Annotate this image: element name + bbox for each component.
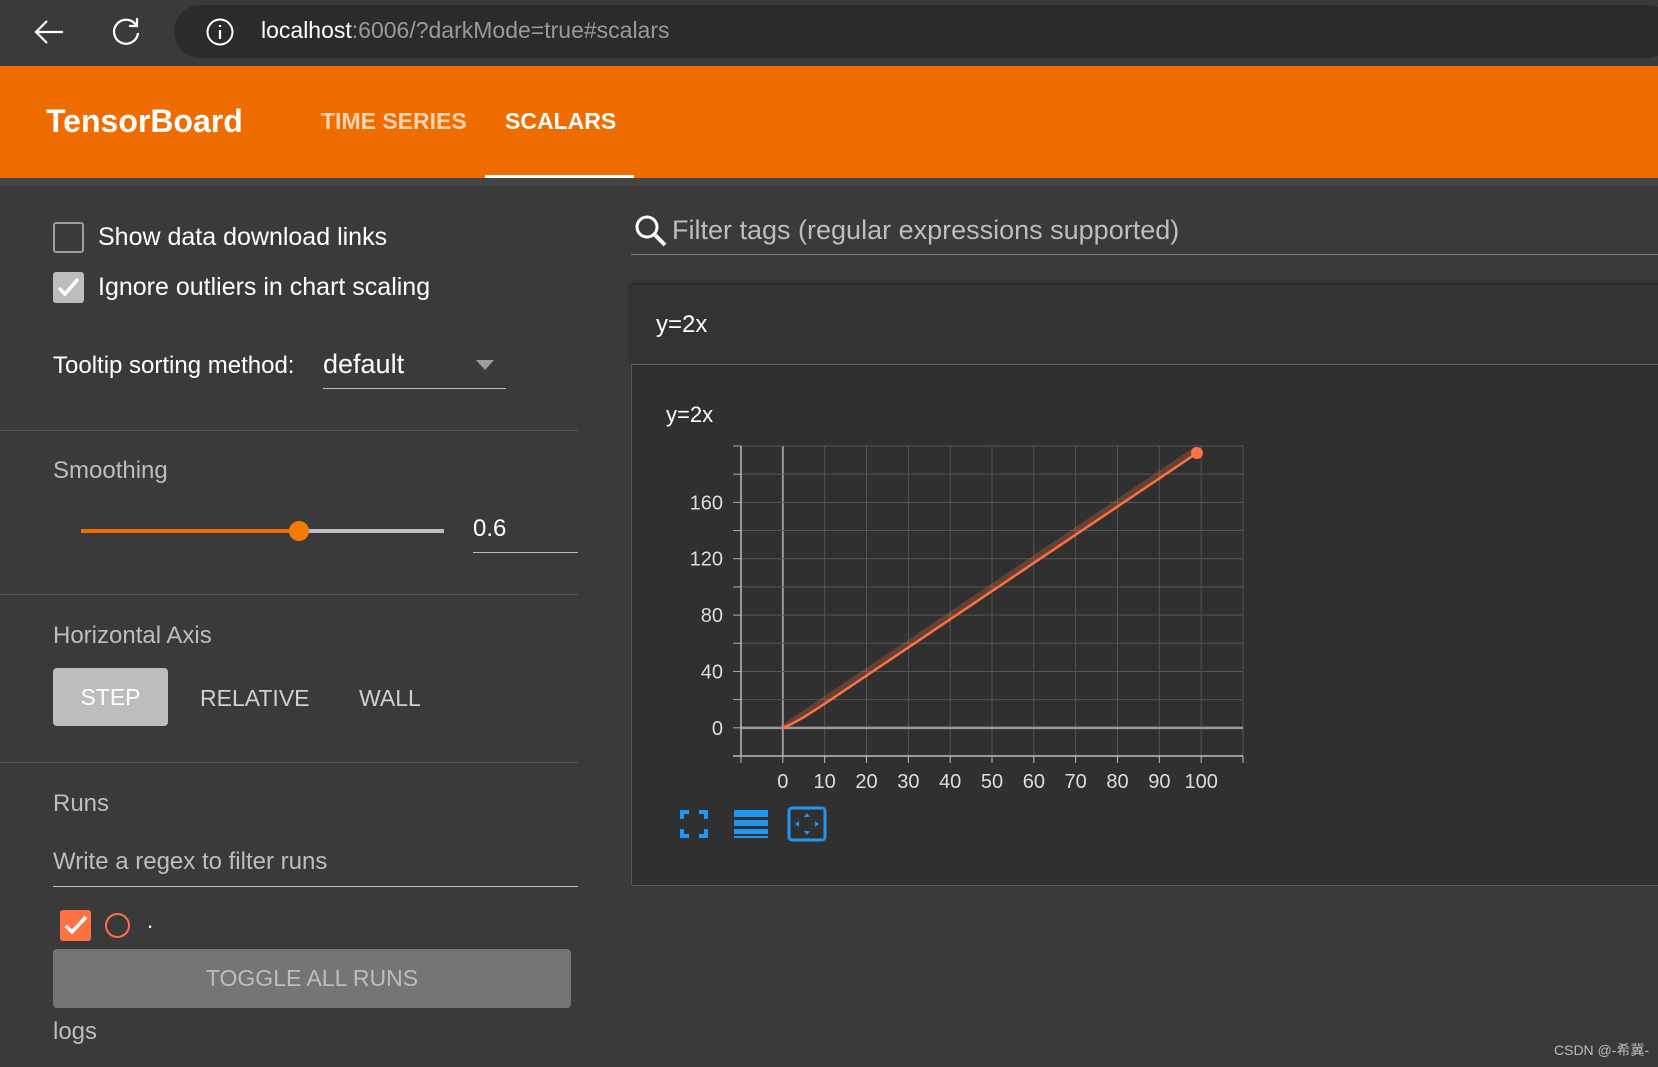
runs-label: Runs <box>53 790 110 817</box>
axis-step-button[interactable]: STEP <box>53 668 168 726</box>
app-header <box>0 66 1658 178</box>
chart-title: y=2x <box>666 402 713 427</box>
smoothing-value-input[interactable]: 0.6 <box>473 515 506 543</box>
x-tick-label: 90 <box>1148 771 1170 793</box>
show-download-links-label: Show data download links <box>98 223 388 251</box>
toggle-y-log-icon[interactable] <box>734 810 768 838</box>
axis-relative-button[interactable]: RELATIVE <box>200 685 310 712</box>
tooltip-sort-label: Tooltip sorting method: <box>53 352 295 379</box>
check-icon <box>64 915 88 935</box>
divider <box>0 762 578 763</box>
fit-domain-icon[interactable] <box>787 806 827 842</box>
tab-time-series[interactable]: TIME SERIES <box>321 108 467 135</box>
reload-icon[interactable] <box>110 15 142 47</box>
scalar-chart[interactable]: y=2x 0 10 20 30 40 50 60 70 80 90 100 0 40 80 120 160 <box>631 365 1331 845</box>
toggle-all-runs-button[interactable]: TOGGLE ALL RUNS <box>53 949 571 1008</box>
fit-screen-icon[interactable] <box>680 810 708 838</box>
tooltip-sort-select[interactable]: default <box>323 349 404 380</box>
card-header[interactable] <box>631 285 1658 365</box>
run-group-label: logs <box>53 1018 98 1045</box>
smoothing-slider-fill <box>81 529 299 533</box>
x-tick-label: 80 <box>1106 771 1128 793</box>
x-tick-label: 100 <box>1184 771 1217 793</box>
x-tick-label: 40 <box>939 771 961 793</box>
tab-scalars[interactable]: SCALARS <box>505 108 616 135</box>
ignore-outliers-label: Ignore outliers in chart scaling <box>98 273 431 301</box>
tag-filter-underline <box>631 254 1658 255</box>
x-tick-label: 60 <box>1023 771 1045 793</box>
smoothing-label: Smoothing <box>53 457 168 484</box>
ignore-outliers-checkbox[interactable] <box>53 272 84 303</box>
card-title: y=2x <box>656 311 708 338</box>
url-text[interactable]: localhost:6006/?darkMode=true#scalars <box>261 17 670 44</box>
back-arrow-icon[interactable] <box>33 18 65 46</box>
app-logo: TensorBoard <box>46 103 243 139</box>
run-name: . <box>147 908 154 933</box>
chevron-down-icon[interactable] <box>476 360 494 370</box>
tag-filter-input[interactable]: Filter tags (regular expressions support… <box>672 215 1179 246</box>
search-icon <box>635 215 667 247</box>
y-tick-label: 80 <box>701 605 723 627</box>
smoothing-input-underline <box>473 552 578 553</box>
y-tick-label: 0 <box>712 718 723 740</box>
y-tick-label: 160 <box>690 492 723 514</box>
runs-filter-underline <box>53 886 578 887</box>
y-tick-label: 120 <box>690 549 723 571</box>
run-checkbox[interactable] <box>60 910 91 941</box>
x-tick-label: 70 <box>1065 771 1087 793</box>
divider <box>0 430 578 431</box>
show-download-links-checkbox[interactable] <box>53 222 84 253</box>
runs-filter-input[interactable]: Write a regex to filter runs <box>53 848 327 876</box>
x-tick-label: 0 <box>777 771 788 793</box>
select-underline <box>323 388 506 389</box>
x-tick-label: 50 <box>981 771 1003 793</box>
axis-wall-button[interactable]: WALL <box>359 685 421 712</box>
watermark: CSDN @-希冀- <box>1554 1042 1650 1058</box>
x-tick-label: 30 <box>897 771 919 793</box>
header-shadow <box>0 178 1658 186</box>
raw-series-line <box>781 446 1199 731</box>
info-icon[interactable] <box>205 17 235 47</box>
x-tick-label: 10 <box>814 771 836 793</box>
last-point-marker <box>1190 447 1203 460</box>
check-icon <box>57 277 80 297</box>
horizontal-axis-label: Horizontal Axis <box>53 622 212 649</box>
x-tick-label: 20 <box>855 771 877 793</box>
y-tick-label: 40 <box>701 661 723 683</box>
run-color-radio[interactable] <box>105 913 130 938</box>
smoothing-slider-thumb[interactable] <box>288 521 309 541</box>
browser-toolbar: localhost:6006/?darkMode=true#scalars <box>0 0 1658 66</box>
divider <box>0 594 578 595</box>
